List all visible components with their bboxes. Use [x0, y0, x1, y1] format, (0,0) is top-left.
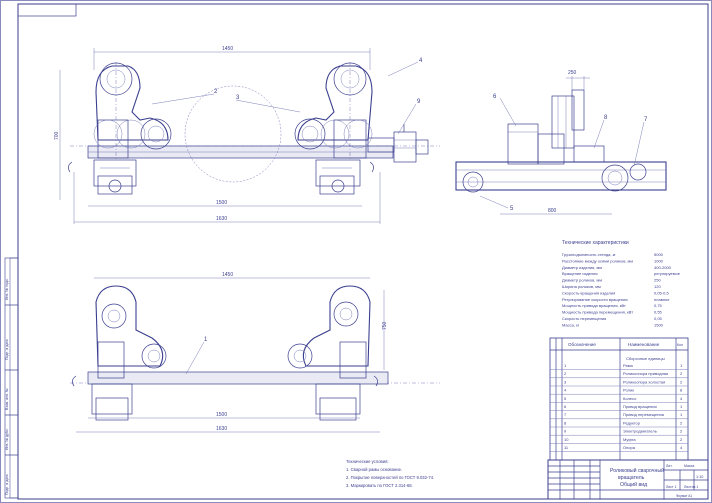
- drawing-sheet: Инв. № подл. Подп. и дата Взам. инв. № И…: [0, 0, 712, 503]
- spec-label: Скорость вращения изделия: [562, 290, 615, 295]
- side-stamp-2: Подп. и дата: [5, 339, 9, 360]
- spec-label: Мощность привода вращения, кВт: [562, 303, 626, 308]
- title-scale: 1:10: [696, 475, 703, 479]
- title-sheets: Листов 1: [684, 485, 698, 489]
- spec-value: 0,05-0,5: [654, 290, 669, 295]
- spec-value: регулируемое: [654, 271, 681, 276]
- note-1: Технические условия:: [346, 459, 389, 464]
- title-name-3: Общий вид: [620, 481, 647, 488]
- specs-title: Технические характеристики: [562, 240, 629, 246]
- title-sheet: Лист 1: [666, 485, 677, 489]
- title-format: Формат A1: [676, 494, 692, 498]
- table-row-name: Роликоопора приводная: [623, 371, 668, 376]
- dim-right-bottom: 800: [548, 208, 557, 214]
- table-row-name: Ролик: [623, 388, 634, 393]
- table-row-name: Привод перемещения: [623, 412, 664, 417]
- table-row-name: Рама: [623, 363, 634, 368]
- table-row-name: Роликоопора холостая: [623, 379, 665, 384]
- spec-value: 0,05: [654, 316, 663, 321]
- side-stamp-1: Инв. № подл.: [5, 278, 9, 300]
- dim-right-top: 250: [568, 70, 577, 76]
- spec-label: Масса, кг: [562, 322, 580, 327]
- side-stamp-5: Подп. и дата: [5, 474, 9, 495]
- spec-label: Диаметр изделия, мм: [562, 265, 602, 270]
- spec-label: Регулирование скорости вращения: [562, 297, 628, 302]
- note-4: 3. Маркировать по ГОСТ 2.314-68.: [346, 483, 413, 488]
- note-3: 2. Покрытие поверхностей по ГОСТ 9.032-7…: [346, 475, 434, 480]
- spec-value: 1500: [654, 322, 664, 327]
- side-stamp-4: Инв. № дубл.: [5, 428, 9, 450]
- dim-top-base1: 1500: [216, 200, 227, 206]
- spec-value: 400-2000: [654, 265, 672, 270]
- table-row-name: Редуктор: [623, 420, 641, 425]
- table-row-name: Привод вращения: [623, 404, 657, 409]
- spec-label: Грузоподъемность стенда, кг: [562, 252, 616, 257]
- dim-top-height: 700: [54, 131, 60, 140]
- spec-label: Ширина роликов, мм: [562, 284, 601, 289]
- spec-value: 250: [654, 278, 661, 283]
- table-header-designation: Обозначение: [568, 342, 596, 347]
- title-mass: Масса: [684, 464, 694, 468]
- table-row-name: Опора: [623, 445, 636, 450]
- table-row-name: Электродвигатель: [623, 429, 657, 434]
- spec-value: 0,75: [654, 303, 663, 308]
- spec-value: 0,55: [654, 310, 663, 315]
- table-row-name: Колесо: [623, 396, 637, 401]
- dim-plan-height: 750: [382, 321, 388, 330]
- spec-value: плавное: [654, 297, 670, 302]
- dim-plan-width: 1450: [222, 272, 233, 278]
- spec-value: 1000: [654, 258, 664, 263]
- spec-label: Вращение изделия: [562, 271, 598, 276]
- side-stamp-3: Взам. инв. №: [5, 388, 9, 410]
- spec-label: Скорость перемещения: [562, 316, 606, 321]
- spec-label: Диаметр роликов, мм: [562, 278, 602, 283]
- spec-value: 120: [654, 284, 661, 289]
- title-lit: Лит.: [666, 464, 672, 468]
- dim-top-width: 1450: [222, 46, 233, 52]
- table-header-qty: Кол: [677, 343, 683, 347]
- table-header-name: Наименование: [628, 342, 660, 347]
- dim-top-base2: 1630: [216, 216, 227, 222]
- table-row-pos: 10: [564, 437, 569, 442]
- spec-label: Мощность привода перемещения, кВт: [562, 310, 633, 315]
- table-section: Сборочные единицы: [626, 356, 665, 361]
- title-name-2: вращатель: [618, 475, 645, 481]
- dim-plan-base2: 1630: [216, 426, 227, 432]
- table-row-name: Муфта: [623, 437, 636, 442]
- title-name-1: Роликовый сварочный: [610, 467, 664, 474]
- note-2: 1. Сварной рамы основание.: [346, 467, 402, 472]
- spec-value: 5000: [654, 252, 664, 257]
- spec-label: Расстояние между осями роликов, мм: [562, 258, 633, 263]
- dim-plan-base1: 1500: [216, 412, 227, 418]
